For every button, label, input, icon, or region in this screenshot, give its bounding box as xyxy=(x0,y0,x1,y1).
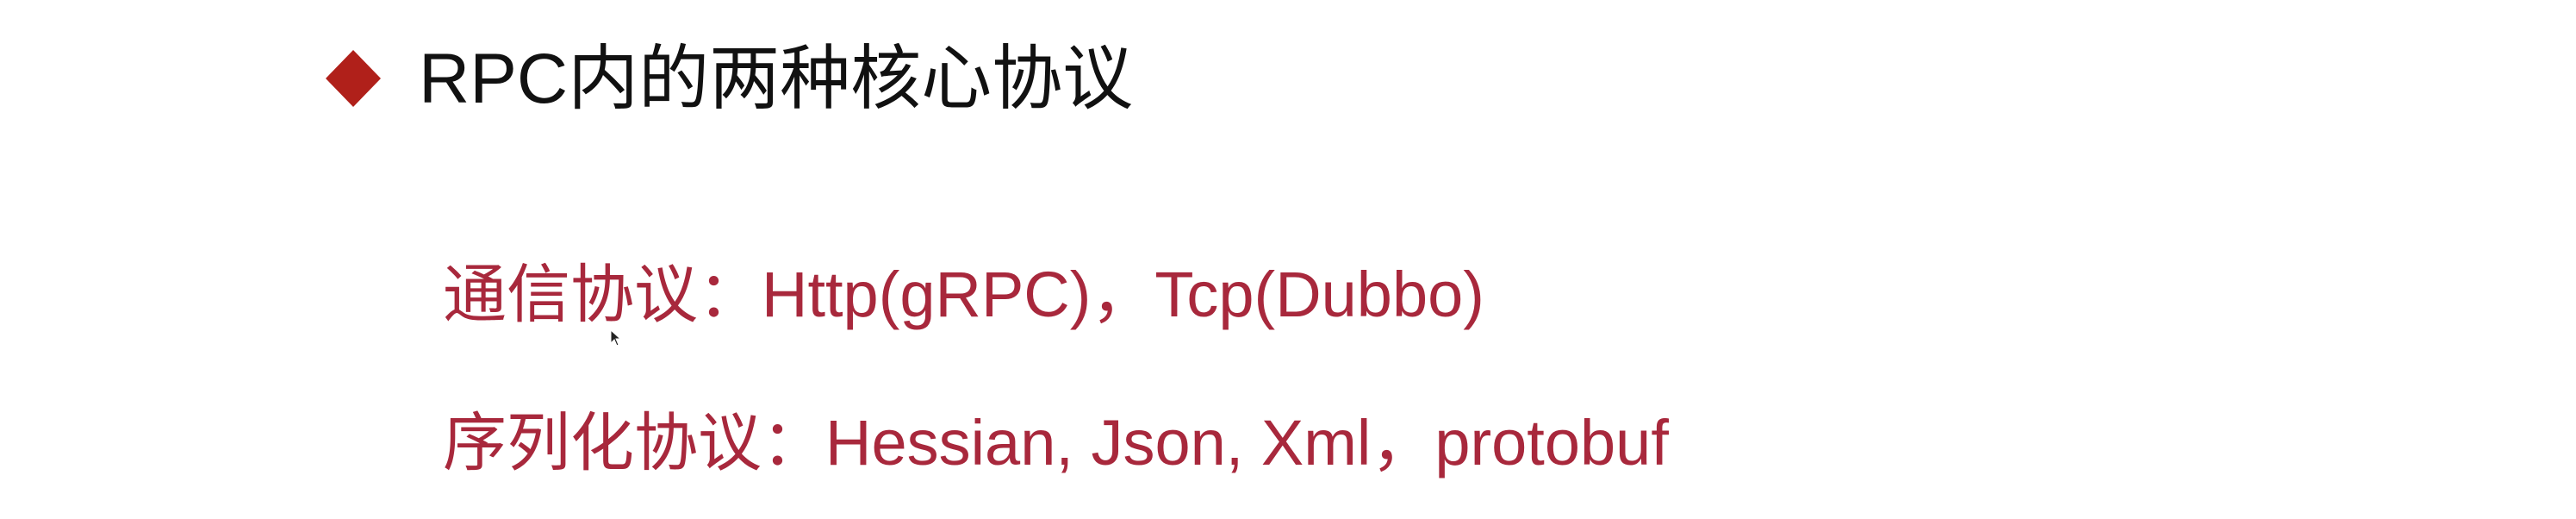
item-label: 通信协议： xyxy=(443,259,762,330)
item-value: Http(gRPC)，Tcp(Dubbo) xyxy=(762,259,1484,330)
page-title: RPC内的两种核心协议 xyxy=(419,40,1134,118)
mouse-cursor-icon xyxy=(610,329,622,347)
item-value: Hessian, Json, Xml，protobuf xyxy=(825,407,1669,478)
list-item-serialization-protocol: 序列化协议：Hessian, Json, Xml，protobuf xyxy=(443,402,1669,485)
list-item-communication-protocol: 通信协议：Http(gRPC)，Tcp(Dubbo) xyxy=(443,253,1484,336)
red-diamond-icon xyxy=(326,50,381,107)
item-label: 序列化协议： xyxy=(443,407,825,478)
